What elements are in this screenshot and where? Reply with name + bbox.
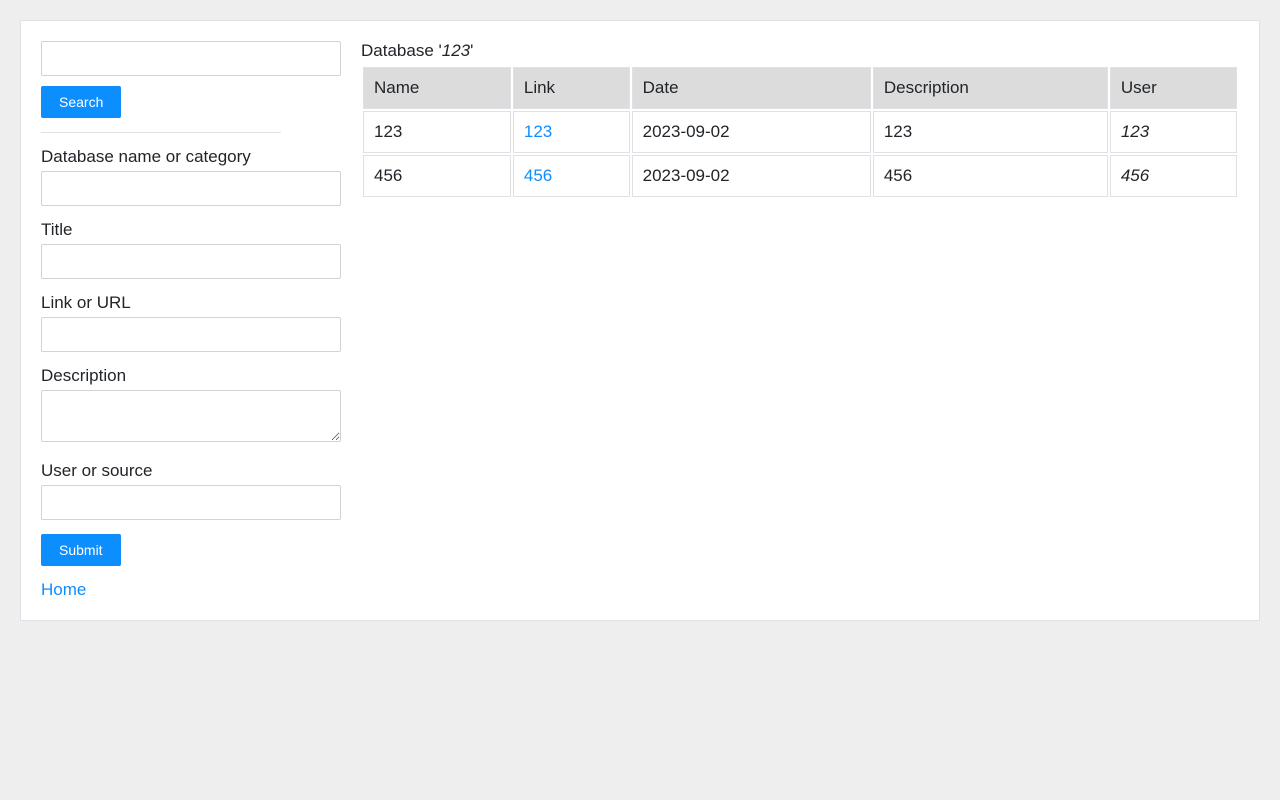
- sidebar: Search Database name or category Title L…: [41, 41, 341, 600]
- search-group: Search: [41, 41, 341, 118]
- cell-description: 456: [873, 155, 1108, 197]
- cell-user: 123: [1110, 111, 1237, 153]
- link-field-group: Link or URL: [41, 293, 341, 352]
- divider: [41, 132, 281, 133]
- cell-name: 123: [363, 111, 511, 153]
- cell-description: 123: [873, 111, 1108, 153]
- cell-user: 456: [1110, 155, 1237, 197]
- title-label: Title: [41, 220, 341, 240]
- database-field-group: Database name or category: [41, 147, 341, 206]
- row-link[interactable]: 456: [524, 166, 552, 185]
- database-input[interactable]: [41, 171, 341, 206]
- user-field-group: User or source: [41, 461, 341, 520]
- user-label: User or source: [41, 461, 341, 481]
- database-label: Database name or category: [41, 147, 341, 167]
- cell-date: 2023-09-02: [632, 111, 871, 153]
- home-link[interactable]: Home: [41, 580, 86, 600]
- main-container: Search Database name or category Title L…: [20, 20, 1260, 621]
- results-table: Name Link Date Description User 123 123 …: [361, 65, 1239, 199]
- description-field-group: Description: [41, 366, 341, 447]
- title-field-group: Title: [41, 220, 341, 279]
- description-label: Description: [41, 366, 341, 386]
- table-header-row: Name Link Date Description User: [363, 67, 1237, 109]
- cell-link: 123: [513, 111, 630, 153]
- col-name: Name: [363, 67, 511, 109]
- table-row: 123 123 2023-09-02 123 123: [363, 111, 1237, 153]
- col-date: Date: [632, 67, 871, 109]
- search-button[interactable]: Search: [41, 86, 121, 118]
- col-description: Description: [873, 67, 1108, 109]
- cell-name: 456: [363, 155, 511, 197]
- page-title-prefix: Database ': [361, 41, 442, 60]
- link-label: Link or URL: [41, 293, 341, 313]
- col-link: Link: [513, 67, 630, 109]
- cell-link: 456: [513, 155, 630, 197]
- search-input[interactable]: [41, 41, 341, 76]
- table-row: 456 456 2023-09-02 456 456: [363, 155, 1237, 197]
- cell-date: 2023-09-02: [632, 155, 871, 197]
- description-input[interactable]: [41, 390, 341, 442]
- page-title-dbname: 123: [442, 41, 470, 60]
- page-title: Database '123': [361, 41, 1239, 61]
- main-content: Database '123' Name Link Date Descriptio…: [341, 41, 1239, 600]
- col-user: User: [1110, 67, 1237, 109]
- row-link[interactable]: 123: [524, 122, 552, 141]
- title-input[interactable]: [41, 244, 341, 279]
- link-input[interactable]: [41, 317, 341, 352]
- user-input[interactable]: [41, 485, 341, 520]
- submit-button[interactable]: Submit: [41, 534, 121, 566]
- page-title-suffix: ': [470, 41, 473, 60]
